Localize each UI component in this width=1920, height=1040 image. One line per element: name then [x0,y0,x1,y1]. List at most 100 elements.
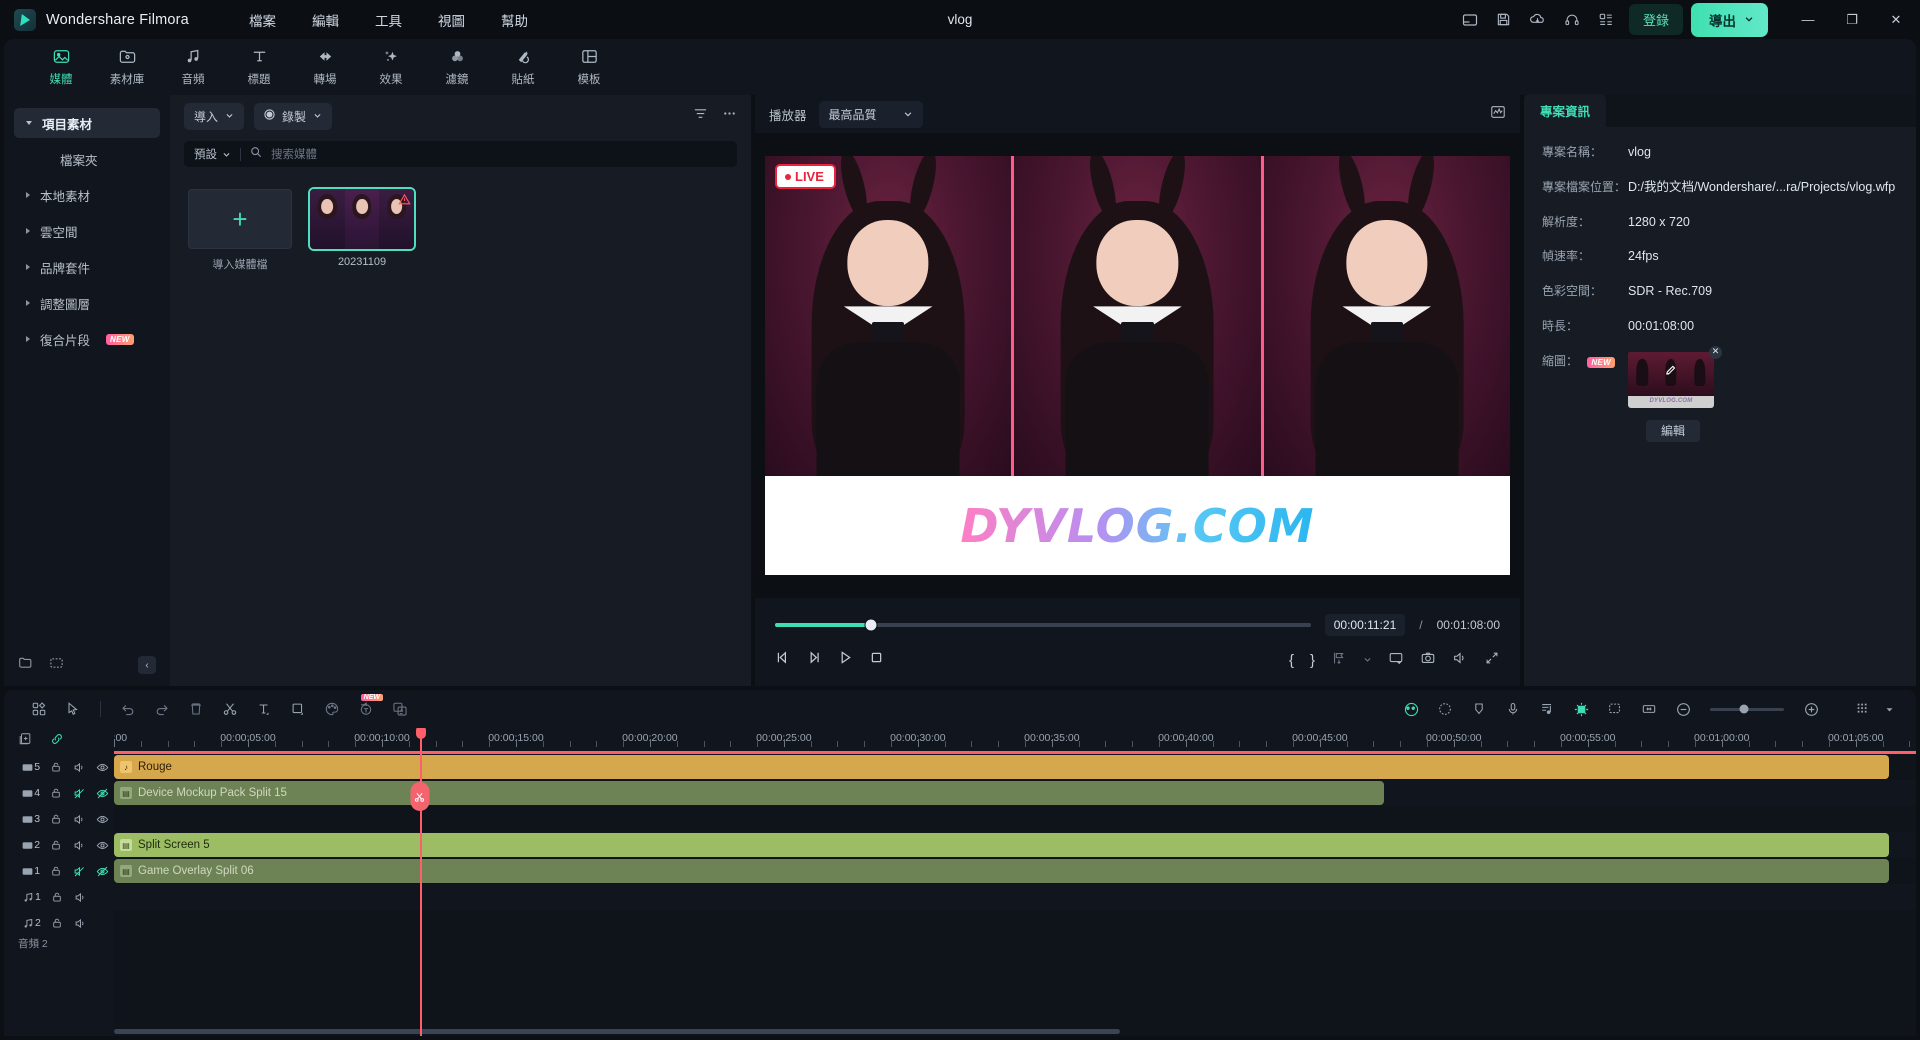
scope-monitor-icon[interactable] [1490,104,1506,125]
auto-translate-icon[interactable] [383,695,417,723]
chevron-down-icon[interactable] [1363,651,1372,669]
stop-icon[interactable] [868,649,885,671]
track-header-video-3[interactable]: 3 [4,806,114,832]
mute-icon[interactable] [67,865,90,878]
media-search-bar[interactable]: 預設 搜索媒體 [184,141,737,167]
redo-icon[interactable] [145,695,179,723]
marker-icon[interactable] [1462,695,1496,723]
export-frame-icon[interactable] [1331,650,1347,671]
grid-view-icon[interactable] [22,695,56,723]
fullscreen-icon[interactable] [1484,650,1500,671]
chevron-down-icon[interactable] [313,109,322,123]
playback-progress-bar[interactable] [775,619,1311,631]
menu-edit[interactable]: 編輯 [294,5,357,35]
track-header-audio-2[interactable]: 2 [4,910,114,936]
layout-icon[interactable] [1453,5,1487,35]
scrollbar-thumb[interactable] [114,1029,1120,1034]
timeline-clip[interactable]: ▤ Device Mockup Pack Split 15 [114,781,1385,805]
tab-project-info[interactable]: 專案資訊 [1524,94,1607,127]
timeline-track-video-5[interactable]: ♪ Rouge [114,754,1916,780]
mute-icon[interactable] [69,917,93,930]
chevron-down-icon[interactable] [225,109,234,123]
lock-icon[interactable] [45,891,69,903]
minimize-button[interactable]: — [1786,0,1830,39]
timeline-clip[interactable]: ♪ Rouge [114,755,1889,779]
track-header-video-5[interactable]: 5 [4,754,114,780]
maximize-button[interactable]: ❐ [1830,0,1874,39]
export-button[interactable]: 導出 [1691,2,1768,37]
snapshot-camera-icon[interactable] [1420,650,1436,671]
mute-icon[interactable] [67,813,90,826]
previous-frame-icon[interactable] [775,649,792,671]
save-icon[interactable] [1487,5,1521,35]
keyframe-icon[interactable] [1564,695,1598,723]
filter-sort-icon[interactable] [693,106,708,126]
mute-icon[interactable] [67,839,90,852]
apps-grid-icon[interactable] [1589,5,1623,35]
menu-tools[interactable]: 工具 [357,5,420,35]
tab-filter[interactable]: 濾鏡 [424,42,490,92]
screen-icon[interactable] [1388,650,1404,671]
undo-icon[interactable] [111,695,145,723]
lock-icon[interactable] [45,917,69,929]
timeline-clip[interactable]: ▤ Game Overlay Split 06 [114,859,1889,883]
delete-icon[interactable] [179,695,213,723]
tab-titles[interactable]: 標題 [226,42,292,92]
text-tool-icon[interactable] [247,695,281,723]
quality-dropdown[interactable]: 最高品質 [818,100,923,128]
link-tracks-icon[interactable] [50,732,64,751]
new-folder-icon[interactable] [18,655,33,675]
playhead-handle[interactable] [415,728,426,739]
split-action-button[interactable] [410,782,430,811]
tab-effects[interactable]: 效果 [358,42,424,92]
zoom-in-button[interactable] [1794,695,1828,723]
sidebar-item-project-media[interactable]: 項目素材 [14,108,160,138]
add-track-icon[interactable] [18,732,32,751]
play-icon[interactable] [837,649,854,671]
zoom-slider[interactable] [1710,704,1784,714]
menu-view[interactable]: 視圖 [420,5,483,35]
crop-tool-icon[interactable] [281,695,315,723]
media-item-import[interactable]: + 導入媒體檔 [188,189,292,272]
tab-stock-library[interactable]: 素材庫 [94,42,160,92]
timeline-track-audio-1[interactable] [114,884,1916,910]
volume-icon[interactable] [1452,650,1468,671]
sidebar-item-cloud[interactable]: 雲空間 [14,216,160,246]
timeline-track-video-1[interactable]: ▤ Game Overlay Split 06 [114,858,1916,884]
import-button[interactable]: 導入 [184,102,245,130]
sidebar-item-brand-kit[interactable]: 品牌套件 [14,252,160,282]
timeline-track-audio-2[interactable] [114,910,1916,936]
mark-out-icon[interactable]: } [1310,652,1315,669]
timeline-track-video-2[interactable]: ▤ Split Screen 5 [114,832,1916,858]
snapshot-region-icon[interactable] [1598,695,1632,723]
tab-sticker[interactable]: 貼紙 [490,42,556,92]
track-header-video-1[interactable]: 1 [4,858,114,884]
timeline-track-video-4[interactable]: ▤ Device Mockup Pack Split 15 [114,780,1916,806]
menu-help[interactable]: 幫助 [483,5,546,35]
close-button[interactable]: ✕ [1874,0,1918,39]
search-input[interactable]: 搜索媒體 [271,146,317,162]
timeline-ruler[interactable]: 00:0000:00:05:0000:00:10:0000:00:15:0000… [114,728,1916,754]
lock-icon[interactable] [44,787,67,799]
ai-mask-icon[interactable] [1394,695,1428,723]
lock-icon[interactable] [44,813,67,825]
cloud-upload-icon[interactable] [1521,5,1555,35]
tab-transition[interactable]: 轉場 [292,42,358,92]
mute-icon[interactable] [67,761,90,774]
sidebar-item-compound-clip[interactable]: 復合片段 NEW [14,324,160,354]
mute-icon[interactable] [69,891,93,904]
lock-icon[interactable] [44,761,67,773]
tab-media[interactable]: 媒體 [28,42,94,92]
collapse-sidebar-button[interactable]: ‹ [138,656,156,674]
chevron-down-icon[interactable] [1744,12,1754,27]
visibility-icon[interactable] [91,813,114,826]
microphone-icon[interactable] [1496,695,1530,723]
timeline-clip[interactable]: ▤ Split Screen 5 [114,833,1889,857]
zoom-out-button[interactable] [1666,695,1700,723]
track-settings-icon[interactable] [1846,695,1880,723]
current-time[interactable]: 00:00:11:21 [1324,614,1406,636]
track-header-video-2[interactable]: 2 [4,832,114,858]
split-scissors-icon[interactable] [213,695,247,723]
visibility-icon[interactable] [91,839,114,852]
select-tool-icon[interactable] [56,695,90,723]
